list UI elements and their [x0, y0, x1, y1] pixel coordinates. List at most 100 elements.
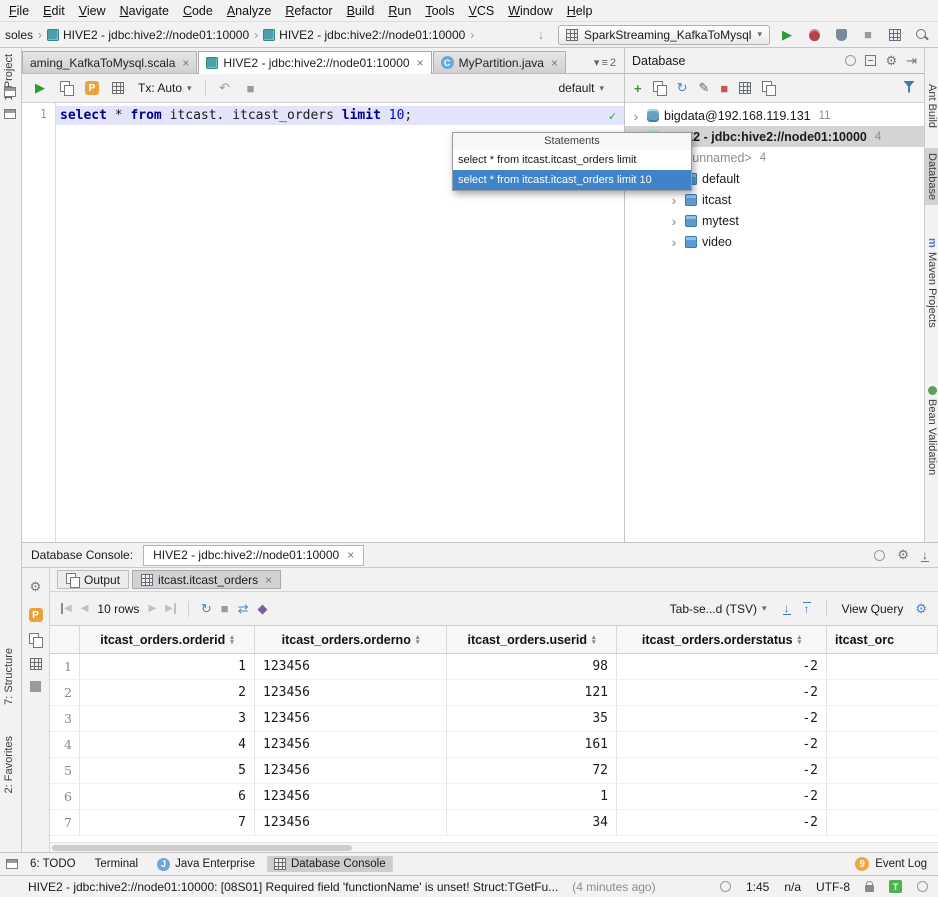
sort-icon[interactable]: ▴ ▾ [230, 634, 234, 646]
parameters-icon[interactable]: P [28, 608, 43, 622]
table-row[interactable]: 2 2 123456 121 -2 [50, 680, 938, 706]
toolwindow-todo-button[interactable]: 6: TODO [23, 856, 83, 872]
transaction-mode-select[interactable]: Tx: Auto ▾ [134, 79, 196, 97]
horizontal-scrollbar[interactable] [50, 842, 938, 852]
cell-orderno[interactable]: 123456 [255, 680, 447, 705]
add-datasource-button[interactable]: + [634, 78, 642, 98]
table-view-icon[interactable] [739, 82, 752, 94]
hidden-tabs-dropdown[interactable]: ▾ ≡ 2 [594, 56, 620, 73]
encoding-indicator[interactable]: UTF-8 [816, 880, 850, 894]
caret-position[interactable]: 1:45 [746, 880, 769, 894]
copy-to-clipboard-icon[interactable]: ↑ [802, 602, 811, 615]
sort-icon[interactable]: ▴ ▾ [592, 634, 596, 646]
page-size-select[interactable]: 10 rows [97, 602, 139, 616]
tree-item-schema-itcast[interactable]: › itcast [625, 189, 924, 210]
cell-truncated[interactable] [827, 680, 938, 705]
column-header-orderstatus[interactable]: itcast_orders.orderstatus ▴ ▾ [617, 626, 827, 653]
gear-icon[interactable]: ⚙ [30, 577, 42, 597]
next-page-icon[interactable]: ▶ [148, 603, 156, 614]
sql-editor[interactable]: 1 select * from itcast. itcast_orders li… [22, 103, 692, 542]
menu-code[interactable]: Code [176, 1, 220, 21]
cell-orderno[interactable]: 123456 [255, 706, 447, 731]
tree-item-schema-video[interactable]: › video [625, 231, 924, 252]
soft-wrap-icon[interactable] [30, 681, 41, 692]
cell-orderid[interactable]: 7 [80, 810, 255, 835]
diagram-icon[interactable] [762, 81, 777, 96]
status-message[interactable]: HIVE2 - jdbc:hive2://node01:10000: [08S0… [28, 880, 558, 894]
edit-datasource-button[interactable]: ✎ [699, 78, 710, 98]
chevron-right-icon[interactable]: › [668, 193, 680, 207]
collapse-all-icon[interactable] [865, 55, 877, 66]
cell-orderid[interactable]: 1 [80, 654, 255, 679]
cell-userid[interactable]: 35 [447, 706, 617, 731]
cell-userid[interactable]: 34 [447, 810, 617, 835]
tab-scala-file[interactable]: aming_KafkaToMysql.scala × [22, 51, 198, 73]
background-tasks-icon[interactable] [719, 881, 731, 892]
cell-orderno[interactable]: 123456 [255, 758, 447, 783]
cell-orderstatus[interactable]: -2 [617, 654, 827, 679]
statement-option-2-selected[interactable]: select * from itcast.itcast_orders limit… [453, 170, 691, 190]
menu-window[interactable]: Window [501, 1, 559, 21]
menu-edit[interactable]: Edit [36, 1, 72, 21]
breadcrumb-hive2-1[interactable]: HIVE2 - jdbc:hive2://node01:10000 [44, 26, 252, 44]
gear-icon[interactable]: ⚙ [885, 51, 897, 71]
toolwindow-bean-validation-button[interactable]: Bean Validation [926, 386, 938, 475]
disconnect-button[interactable]: ■ [720, 78, 728, 98]
help-icon[interactable] [874, 549, 886, 561]
duplicate-icon[interactable] [652, 81, 667, 96]
run-button[interactable]: ▶ [777, 25, 797, 45]
inspection-profile-icon[interactable] [917, 881, 928, 892]
parameters-button[interactable]: P [82, 78, 102, 98]
cell-orderid[interactable]: 5 [80, 758, 255, 783]
chevron-right-icon[interactable]: › [668, 214, 680, 228]
menu-view[interactable]: View [72, 1, 113, 21]
cell-userid[interactable]: 121 [447, 680, 617, 705]
cell-userid[interactable]: 1 [447, 784, 617, 809]
cell-orderno[interactable]: 123456 [255, 732, 447, 757]
window-icon[interactable] [4, 86, 16, 100]
cell-truncated[interactable] [827, 706, 938, 731]
breadcrumb-hive2-2[interactable]: HIVE2 - jdbc:hive2://node01:10000 [260, 26, 468, 44]
tab-mypartition-java[interactable]: C MyPartition.java × [432, 51, 566, 73]
grid-settings-gear-icon[interactable]: ⚙ [915, 599, 927, 619]
cell-orderstatus[interactable]: -2 [617, 784, 827, 809]
compare-icon[interactable]: ⇄ [238, 599, 249, 619]
rollback-button[interactable]: ↶ [215, 78, 235, 98]
tab-hive2-console[interactable]: HIVE2 - jdbc:hive2://node01:10000 × [198, 51, 432, 74]
menu-build[interactable]: Build [340, 1, 382, 21]
coverage-button[interactable] [831, 25, 851, 45]
chevron-right-icon[interactable]: › [668, 235, 680, 249]
scroll-from-source-icon[interactable]: ↓ [531, 25, 551, 45]
line-separator-indicator[interactable]: n/a [784, 880, 801, 894]
cell-userid[interactable]: 98 [447, 654, 617, 679]
dock-icon[interactable]: ↓ [921, 549, 929, 562]
cell-orderno[interactable]: 123456 [255, 654, 447, 679]
table-row[interactable]: 7 7 123456 34 -2 [50, 810, 938, 836]
toolwindow-java-enterprise-button[interactable]: J Java Enterprise [150, 856, 262, 873]
gear-icon[interactable]: ⚙ [897, 545, 909, 565]
tree-item-bigdata-datasource[interactable]: › bigdata@192.168.119.131 11 [625, 105, 924, 126]
toolwindow-database-button[interactable]: Database [925, 148, 938, 206]
table-row[interactable]: 4 4 123456 161 -2 [50, 732, 938, 758]
table-row[interactable]: 6 6 123456 1 -2 [50, 784, 938, 810]
cell-orderstatus[interactable]: -2 [617, 732, 827, 757]
synchronize-button[interactable]: ↻ [677, 78, 688, 98]
menu-navigate[interactable]: Navigate [113, 1, 176, 21]
last-page-icon[interactable]: ▶ [165, 603, 176, 614]
sql-statement-line[interactable]: select * from itcast. itcast_orders limi… [56, 106, 624, 125]
filter-icon[interactable] [903, 80, 915, 93]
table-row[interactable]: 1 1 123456 98 -2 [50, 654, 938, 680]
cell-truncated[interactable] [827, 654, 938, 679]
cell-orderid[interactable]: 2 [80, 680, 255, 705]
hide-panel-icon[interactable]: ⇥ [906, 51, 917, 71]
toolwindow-switcher-icon[interactable] [6, 859, 18, 869]
copy-icon[interactable] [29, 633, 43, 648]
cell-orderno[interactable]: 123456 [255, 784, 447, 809]
stop-button[interactable]: ■ [221, 599, 229, 619]
sort-icon[interactable]: ▴ ▾ [416, 634, 420, 646]
cell-orderid[interactable]: 6 [80, 784, 255, 809]
column-header-orderno[interactable]: itcast_orders.orderno ▴ ▾ [255, 626, 447, 653]
readonly-lock-icon[interactable] [865, 881, 874, 892]
cell-orderstatus[interactable]: -2 [617, 680, 827, 705]
stop-query-button[interactable]: ■ [241, 78, 261, 98]
